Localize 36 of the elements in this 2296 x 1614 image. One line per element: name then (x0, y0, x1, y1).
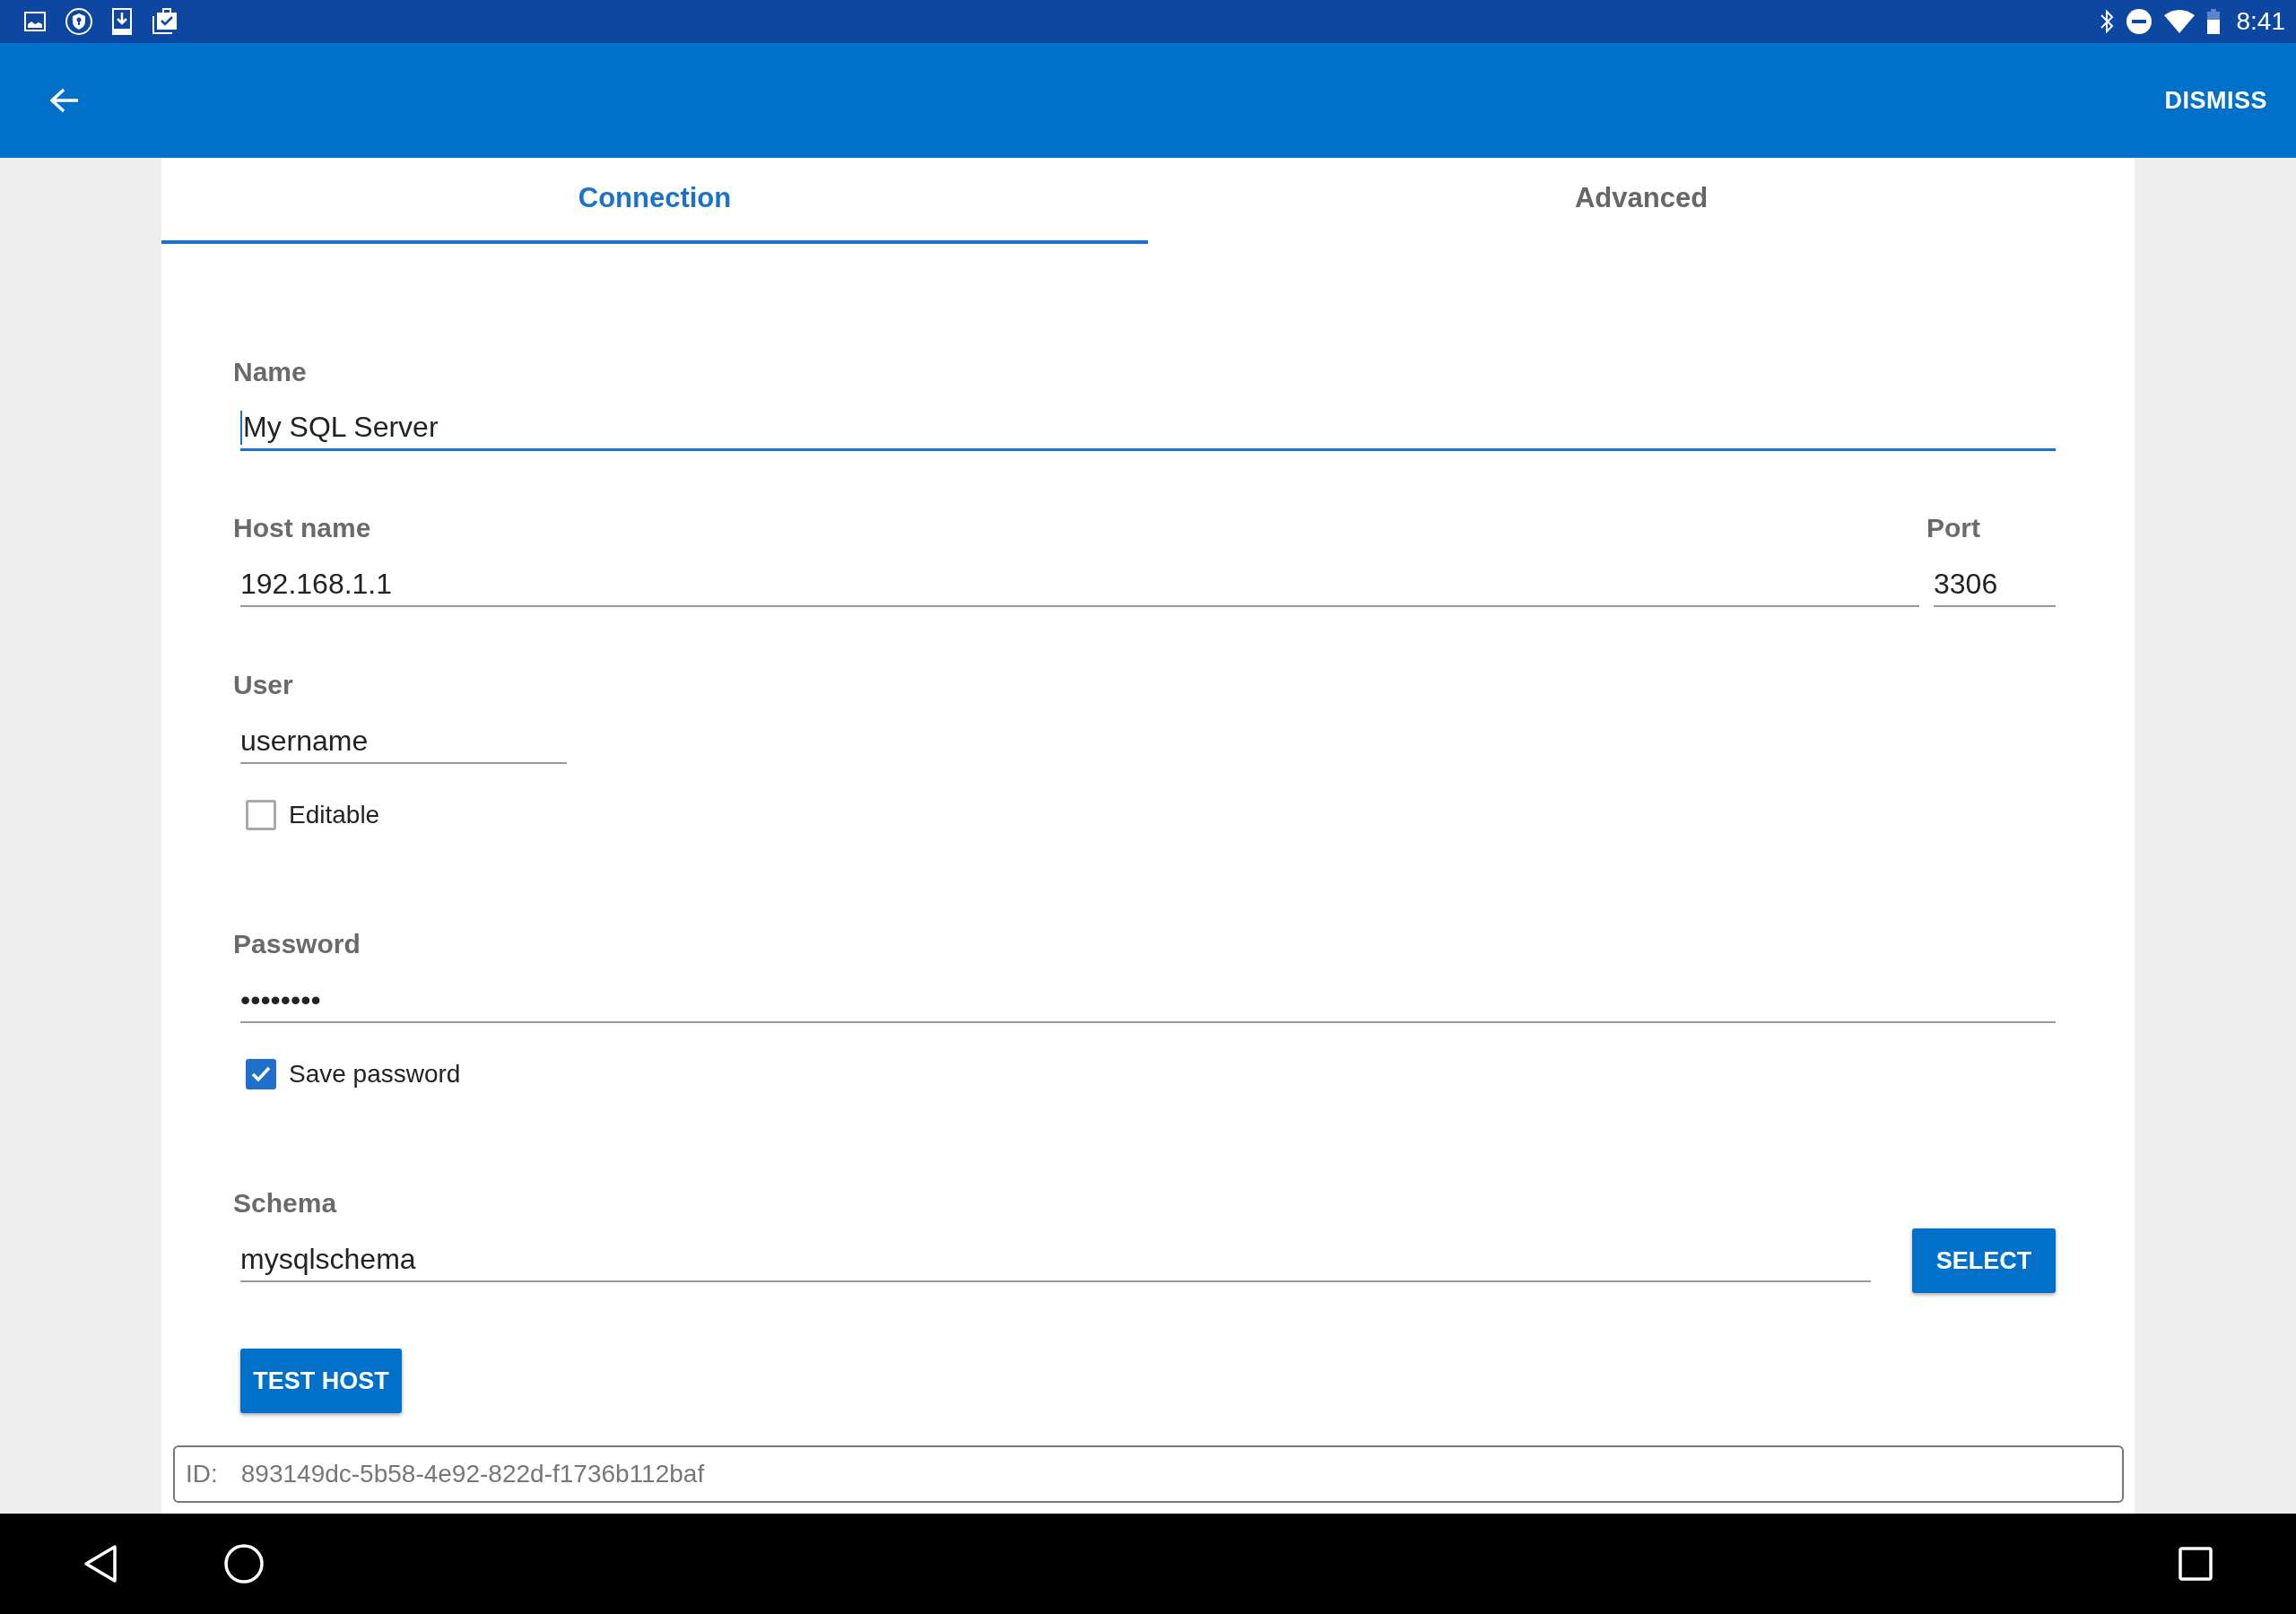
shield-icon (65, 7, 93, 36)
download-icon (111, 7, 133, 36)
field-label: Password (233, 928, 361, 960)
tab[interactable]: Advanced (1148, 158, 2135, 244)
id-label: ID: (186, 1460, 218, 1488)
checkbox-label: Editable (289, 801, 380, 829)
image-icon (23, 10, 47, 33)
password-input-field[interactable]: •••••••• (240, 960, 2056, 1023)
battery-icon (2205, 8, 2221, 35)
back-arrow-icon[interactable] (49, 87, 80, 114)
wifi-icon (2162, 8, 2196, 35)
select-button[interactable]: SELECT (1912, 1228, 2056, 1293)
field-label: User (233, 669, 293, 701)
clipboard-check-icon (151, 7, 179, 36)
field-label: Name (233, 356, 307, 388)
id-value: 893149dc-5b58-4e92-822d-f1736b112baf (240, 1460, 705, 1488)
user-input-field[interactable]: username (240, 701, 567, 764)
bluetooth-icon (2098, 8, 2115, 35)
dismiss-button[interactable]: DISMISS (2164, 79, 2267, 122)
name-input-field[interactable]: My SQL Server (240, 388, 2056, 451)
back-triangle-icon[interactable] (83, 1544, 118, 1584)
port-input-field[interactable]: 3306 (1934, 544, 2056, 607)
home-circle-icon[interactable] (223, 1543, 265, 1584)
schema-input-field[interactable]: mysqlschema (240, 1219, 1871, 1282)
field-label: Port (1926, 512, 1980, 544)
tab[interactable]: Connection (161, 158, 1148, 244)
host-input-field[interactable]: 192.168.1.1 (240, 544, 1919, 607)
checkbox[interactable] (246, 1059, 276, 1089)
field-label: Host name (233, 512, 371, 544)
do-not-disturb-icon (2125, 8, 2152, 35)
clock-time: 8:41 (2236, 7, 2285, 36)
checkbox[interactable] (246, 800, 276, 830)
recents-square-icon[interactable] (2178, 1546, 2213, 1582)
field-label: Schema (233, 1187, 337, 1219)
test-host-button[interactable]: TEST HOST (240, 1349, 402, 1413)
checkbox-label: Save password (289, 1060, 461, 1089)
